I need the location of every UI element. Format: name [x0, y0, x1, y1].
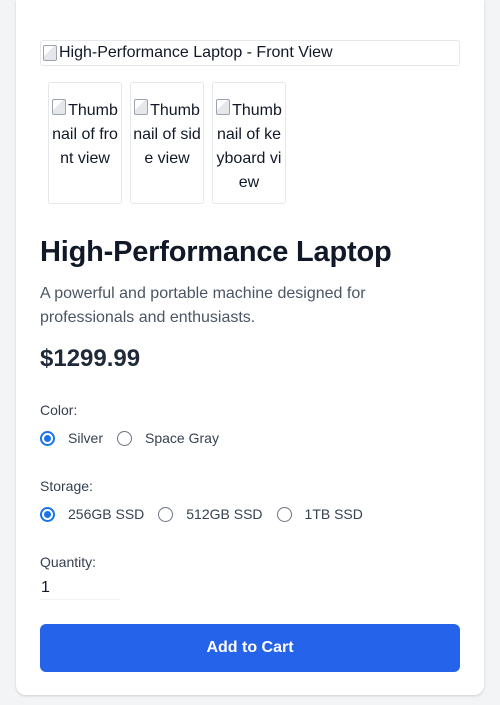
- broken-image-icon: [134, 99, 149, 115]
- radio-button[interactable]: [276, 506, 292, 522]
- radio-label: Silver: [68, 430, 104, 446]
- quantity-label: Quantity:: [40, 554, 97, 570]
- thumbnail-gallery: Thumbnail of front view Thumbnail of sid…: [48, 82, 286, 204]
- color-options: Silver Space Gray: [40, 430, 233, 446]
- main-image-alt-text: High-Performance Laptop - Front View: [59, 44, 333, 61]
- thumbnail-side-view[interactable]: Thumbnail of side view: [130, 82, 204, 204]
- radio-button[interactable]: [40, 506, 55, 522]
- storage-options: 256GB SSD 512GB SSD 1TB SSD: [40, 506, 377, 522]
- color-option-space-gray[interactable]: Space Gray: [117, 430, 219, 446]
- product-price: $1299.99: [40, 345, 141, 372]
- radio-button[interactable]: [117, 430, 133, 446]
- thumbnail-alt-text: Thumbnail of keyboard view: [216, 102, 282, 191]
- product-card: High-Performance Laptop - Front View Thu…: [16, 0, 484, 695]
- radio-label: 256GB SSD: [68, 506, 145, 522]
- radio-label: 512GB SSD: [186, 506, 263, 522]
- color-label: Color:: [40, 402, 78, 418]
- broken-image-icon: [43, 45, 57, 61]
- thumbnail-keyboard-view[interactable]: Thumbnail of keyboard view: [212, 82, 286, 204]
- main-product-image: High-Performance Laptop - Front View: [40, 40, 460, 66]
- radio-label: Space Gray: [145, 430, 219, 446]
- add-to-cart-button[interactable]: Add to Cart: [40, 624, 460, 672]
- product-title: High-Performance Laptop: [40, 236, 392, 268]
- thumbnail-front-view[interactable]: Thumbnail of front view: [48, 82, 122, 204]
- storage-option-256gb[interactable]: 256GB SSD: [40, 506, 144, 522]
- radio-button[interactable]: [40, 430, 55, 446]
- storage-option-512gb[interactable]: 512GB SSD: [158, 506, 263, 522]
- product-description: A powerful and portable machine designed…: [40, 285, 366, 326]
- color-option-silver[interactable]: Silver: [40, 430, 103, 446]
- broken-image-icon: [216, 99, 231, 115]
- broken-image-icon: [52, 99, 67, 115]
- storage-label: Storage:: [40, 478, 93, 494]
- radio-button[interactable]: [158, 506, 174, 522]
- storage-option-1tb[interactable]: 1TB SSD: [276, 506, 363, 522]
- radio-label: 1TB SSD: [304, 506, 363, 522]
- quantity-input[interactable]: [40, 576, 120, 600]
